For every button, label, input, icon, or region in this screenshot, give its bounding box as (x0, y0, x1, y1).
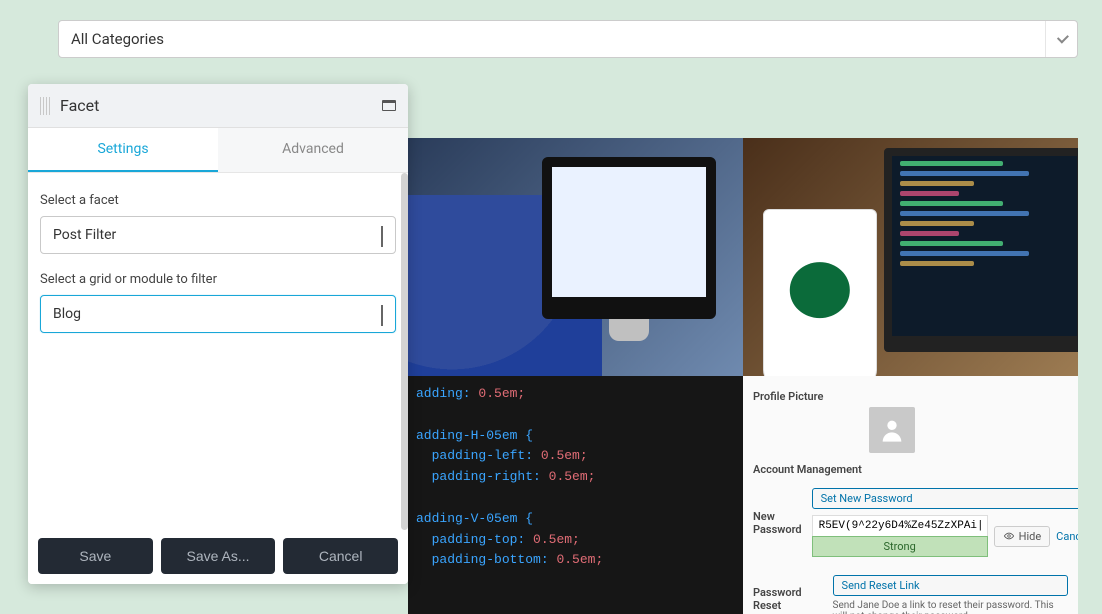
password-reset-label: Password Reset (753, 586, 823, 612)
panel-tabs: Settings Advanced (28, 128, 408, 173)
chevron-down-icon (381, 226, 383, 245)
panel-title: Facet (60, 96, 382, 115)
panel-footer: Save Save As... Cancel (28, 530, 408, 584)
grid-image-imac[interactable] (408, 138, 743, 376)
categories-select-label: All Categories (71, 30, 1045, 48)
target-select[interactable]: Blog (40, 295, 396, 333)
save-as-button[interactable]: Save As... (161, 538, 276, 574)
facet-select[interactable]: Post Filter (40, 216, 396, 254)
grid-image-laptop[interactable] (743, 138, 1078, 376)
tab-advanced[interactable]: Advanced (218, 128, 408, 172)
cancel-button[interactable]: Cancel (283, 538, 398, 574)
tab-settings[interactable]: Settings (28, 128, 218, 172)
window-icon[interactable] (382, 100, 396, 111)
target-select-value: Blog (53, 306, 381, 322)
grid-image-code[interactable]: adding: 0.5em; adding-H-05em { padding-l… (408, 376, 743, 614)
facet-field-label: Select a facet (40, 193, 396, 208)
avatar (869, 407, 915, 453)
panel-header[interactable]: Facet (28, 84, 408, 128)
chevron-down-icon (381, 305, 383, 324)
hide-password-button[interactable]: Hide (994, 526, 1051, 547)
save-button[interactable]: Save (38, 538, 153, 574)
panel-body: Select a facet Post Filter Select a grid… (28, 173, 408, 530)
grid-image-wp-profile[interactable]: Profile Picture Account Management New P… (743, 376, 1078, 614)
target-field-label: Select a grid or module to filter (40, 272, 396, 287)
content-grid: adding: 0.5em; adding-H-05em { padding-l… (408, 138, 1078, 614)
facet-select-value: Post Filter (53, 227, 381, 243)
password-strength-badge: Strong (812, 536, 988, 557)
facet-panel: Facet Settings Advanced Select a facet P… (28, 84, 408, 584)
drag-handle-icon[interactable] (40, 97, 50, 115)
profile-picture-label: Profile Picture (753, 390, 1068, 403)
send-reset-link-button[interactable]: Send Reset Link (833, 575, 1068, 596)
account-management-label: Account Management (753, 463, 1068, 476)
set-new-password-button[interactable]: Set New Password (812, 488, 1078, 509)
password-input[interactable] (812, 515, 988, 537)
chevron-down-icon (1045, 21, 1065, 57)
reset-description: Send Jane Doe a link to reset their pass… (833, 600, 1068, 614)
new-password-label: New Password (753, 510, 802, 536)
categories-select[interactable]: All Categories (58, 20, 1078, 58)
cancel-password-link[interactable]: Cancel (1056, 530, 1078, 543)
